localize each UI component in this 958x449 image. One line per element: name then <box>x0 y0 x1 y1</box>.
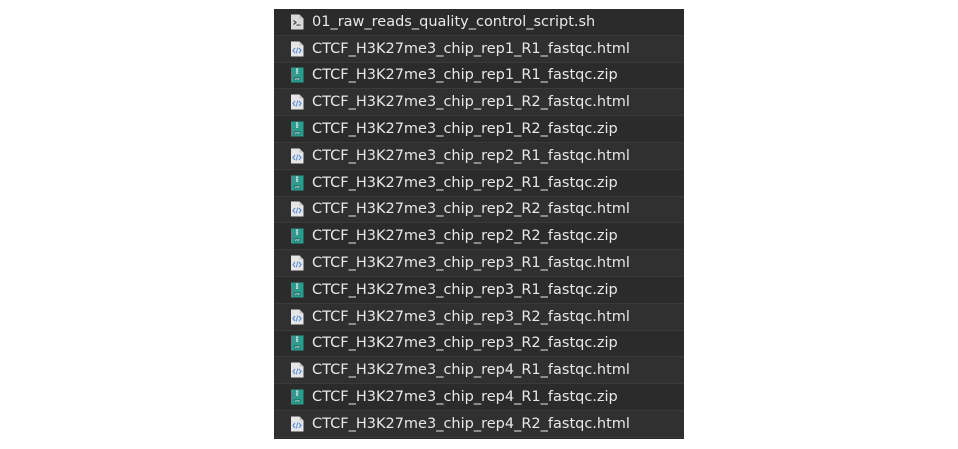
zip-file-icon: ZIP <box>291 67 304 83</box>
file-row[interactable]: ZIP CTCF_H3K27me3_chip_rep3_R1_fastqc.zi… <box>274 277 684 304</box>
zip-file-icon: ZIP <box>291 121 304 137</box>
file-row[interactable]: CTCF_H3K27me3_chip_rep1_R2_fastqc.html <box>274 89 684 117</box>
file-name: CTCF_H3K27me3_chip_rep3_R1_fastqc.zip <box>312 281 618 298</box>
svg-text:ZIP: ZIP <box>295 292 300 296</box>
file-row[interactable]: CTCF_H3K27me3_chip_rep4_R1_fastqc.html <box>274 357 684 385</box>
file-row[interactable]: CTCF_H3K27me3_chip_rep3_R1_fastqc.html <box>274 250 684 277</box>
file-name: CTCF_H3K27me3_chip_rep2_R2_fastqc.zip <box>312 228 618 245</box>
svg-text:ZIP: ZIP <box>295 399 300 403</box>
zip-file-icon: ZIP <box>291 228 304 244</box>
svg-text:ZIP: ZIP <box>295 184 300 188</box>
svg-text:ZIP: ZIP <box>295 77 300 81</box>
html-file-icon <box>291 309 304 325</box>
file-name: CTCF_H3K27me3_chip_rep2_R1_fastqc.zip <box>312 174 618 191</box>
file-name: CTCF_H3K27me3_chip_rep1_R2_fastqc.html <box>312 94 630 111</box>
file-name: CTCF_H3K27me3_chip_rep3_R2_fastqc.zip <box>312 335 618 352</box>
file-name: CTCF_H3K27me3_chip_rep1_R1_fastqc.html <box>312 40 630 57</box>
file-row[interactable]: 01_raw_reads_quality_control_script.sh <box>274 9 684 36</box>
file-row[interactable]: CTCF_H3K27me3_chip_rep1_R1_fastqc.html <box>274 35 684 63</box>
file-list-panel: 01_raw_reads_quality_control_script.sh C… <box>274 9 684 439</box>
file-name: CTCF_H3K27me3_chip_rep2_R2_fastqc.html <box>312 201 630 218</box>
svg-text:ZIP: ZIP <box>295 238 300 242</box>
file-name: CTCF_H3K27me3_chip_rep4_R1_fastqc.html <box>312 362 630 379</box>
html-file-icon <box>291 41 304 57</box>
zip-file-icon: ZIP <box>291 389 304 405</box>
file-row[interactable]: ZIP CTCF_H3K27me3_chip_rep2_R1_fastqc.zi… <box>274 170 684 197</box>
file-list: 01_raw_reads_quality_control_script.sh C… <box>274 9 684 438</box>
html-file-icon <box>291 201 304 217</box>
svg-text:ZIP: ZIP <box>295 345 300 349</box>
file-name: 01_raw_reads_quality_control_script.sh <box>312 13 596 30</box>
file-name: CTCF_H3K27me3_chip_rep3_R2_fastqc.html <box>312 308 630 325</box>
html-file-icon <box>291 362 304 378</box>
file-row[interactable]: ZIP CTCF_H3K27me3_chip_rep3_R2_fastqc.zi… <box>274 331 684 358</box>
html-file-icon <box>291 148 304 164</box>
file-row[interactable]: ZIP CTCF_H3K27me3_chip_rep1_R2_fastqc.zi… <box>274 116 684 143</box>
file-row[interactable]: ZIP CTCF_H3K27me3_chip_rep4_R1_fastqc.zi… <box>274 384 684 411</box>
file-name: CTCF_H3K27me3_chip_rep4_R2_fastqc.html <box>312 415 630 432</box>
file-name: CTCF_H3K27me3_chip_rep1_R1_fastqc.zip <box>312 67 618 84</box>
file-row[interactable]: ZIP CTCF_H3K27me3_chip_rep1_R1_fastqc.zi… <box>274 63 684 90</box>
zip-file-icon: ZIP <box>291 335 304 351</box>
html-file-icon <box>291 255 304 271</box>
zip-file-icon: ZIP <box>291 282 304 298</box>
shell-script-file-icon <box>291 14 304 30</box>
file-name: CTCF_H3K27me3_chip_rep2_R1_fastqc.html <box>312 147 630 164</box>
html-file-icon <box>291 94 304 110</box>
file-name: CTCF_H3K27me3_chip_rep4_R1_fastqc.zip <box>312 389 618 406</box>
file-row[interactable]: CTCF_H3K27me3_chip_rep4_R2_fastqc.html <box>274 410 684 438</box>
zip-file-icon: ZIP <box>291 175 304 191</box>
file-name: CTCF_H3K27me3_chip_rep3_R1_fastqc.html <box>312 255 630 272</box>
file-row[interactable]: CTCF_H3K27me3_chip_rep2_R1_fastqc.html <box>274 142 684 170</box>
file-row[interactable]: CTCF_H3K27me3_chip_rep2_R2_fastqc.html <box>274 196 684 224</box>
svg-text:ZIP: ZIP <box>295 131 300 135</box>
file-row[interactable]: ZIP CTCF_H3K27me3_chip_rep2_R2_fastqc.zi… <box>274 223 684 251</box>
file-row[interactable]: CTCF_H3K27me3_chip_rep3_R2_fastqc.html <box>274 303 684 331</box>
file-name: CTCF_H3K27me3_chip_rep1_R2_fastqc.zip <box>312 121 618 138</box>
html-file-icon <box>291 416 304 432</box>
